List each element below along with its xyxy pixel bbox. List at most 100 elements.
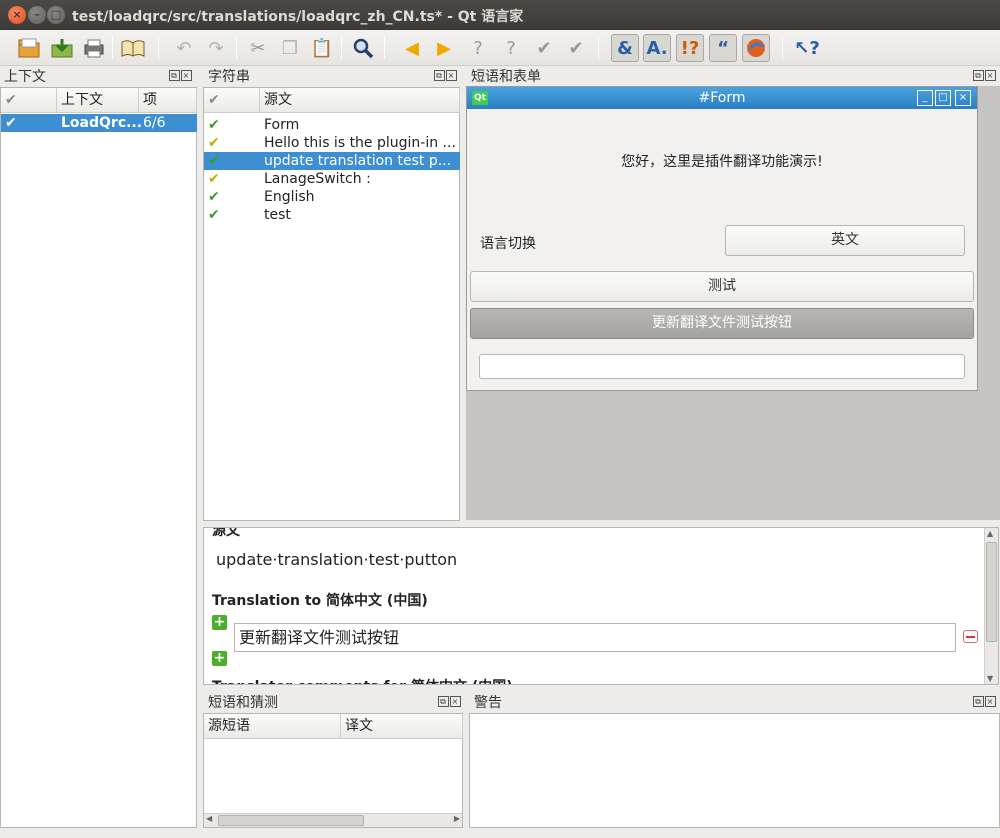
string-row-text: test [264,207,291,223]
close-icon[interactable]: × [985,696,996,707]
source-phrase-header[interactable]: 源短语 [204,714,341,739]
translation-column-header[interactable]: 译文 [341,714,463,739]
validation-icon[interactable] [742,34,770,62]
maximize-icon[interactable]: □ [935,90,951,106]
greeting-label: 您好，这里是插件翻译功能演示! [621,154,823,170]
cut-icon[interactable]: ✂ [244,34,272,62]
open-icon[interactable] [15,34,43,62]
context-row-count: 6/6 [143,115,166,131]
float-icon[interactable]: ⧉ [973,696,984,707]
string-row-text: Form [264,117,300,133]
warnings-dock-title: 警告 [474,695,502,711]
string-row[interactable]: ✔ Hello this is the plugin-in ... [204,134,460,152]
scroll-left-icon[interactable]: ◀ [206,814,212,823]
close-icon[interactable]: × [446,70,457,81]
english-button[interactable]: 英文 [725,225,965,256]
check-icon: ✔ [208,153,220,169]
scroll-thumb[interactable] [986,542,997,642]
copy-icon[interactable]: ❐ [276,34,304,62]
string-row-text: Hello this is the plugin-in ... [264,135,456,151]
source-text: update·translation·test·putton [216,550,458,569]
minimize-window-button[interactable]: – [28,6,46,24]
float-icon[interactable]: ⧉ [973,70,984,81]
prev-unfinished-icon[interactable]: ? [464,34,492,62]
phrasebook-icon[interactable] [119,34,147,62]
next-icon[interactable]: ▶ [430,34,458,62]
string-row-text: English [264,189,315,205]
print-icon[interactable] [80,34,108,62]
guess-panel: 源短语 译文 ◀ ▶ [203,713,463,828]
strings-source-header[interactable]: 源文 [260,88,460,113]
qt-logo-icon: Qt [472,91,488,105]
form-title: #Form [698,90,746,106]
accelerators-icon[interactable]: & [611,34,639,62]
find-icon[interactable] [349,34,377,62]
context-items-header[interactable]: 项 [139,88,197,113]
placeholders-icon[interactable]: “ [709,34,737,62]
string-row-text: update translation test p... [264,153,452,169]
form-title-bar: Qt #Form _ □ × [467,87,977,109]
close-icon[interactable]: × [181,70,192,81]
float-icon[interactable]: ⧉ [169,70,180,81]
context-status-header[interactable]: ✔ [1,88,57,113]
check-icon: ✔ [208,189,220,205]
phrases-dock-title: 短语和表单 [471,69,541,85]
warnings-panel [469,713,1000,828]
title-bar: × – □ test/loadqrc/src/translations/load… [0,0,1000,30]
minimize-icon[interactable]: _ [917,90,933,106]
context-dock-title: 上下文 [4,69,46,85]
float-icon[interactable]: ⧉ [434,70,445,81]
save-icon[interactable] [48,34,76,62]
warning-check-icon: ✔ [208,135,220,151]
string-row[interactable]: ✔ LanageSwitch : [204,170,460,188]
string-row[interactable]: ✔ Form [204,116,460,134]
guess-hscrollbar[interactable]: ◀ ▶ [204,813,462,827]
update-translation-button[interactable]: 更新翻译文件测试按钮 [470,308,974,339]
string-row[interactable]: ✔ English [204,188,460,206]
scroll-right-icon[interactable]: ▶ [454,814,460,823]
close-icon[interactable]: × [955,90,971,106]
guess-dock-buttons: ⧉ × [437,696,461,707]
context-panel: ✔ 上下文 项 ✔ LoadQrc... 6/6 [0,87,197,828]
context-row[interactable]: ✔ LoadQrc... 6/6 [1,114,197,132]
redo-icon[interactable]: ↷ [202,34,230,62]
translation-input[interactable]: 更新翻译文件测试按钮 [234,623,956,652]
context-row-name: LoadQrc... [61,115,143,131]
form-preview-window: Qt #Form _ □ × 您好，这里是插件翻译功能演示! 语言切换 英文 测… [466,86,978,391]
close-window-button[interactable]: × [8,6,26,24]
undo-icon[interactable]: ↶ [170,34,198,62]
paste-icon[interactable]: 📋 [308,34,336,62]
close-icon[interactable]: × [985,70,996,81]
strings-dock-title: 字符串 [208,69,250,85]
string-row-selected[interactable]: ✔ update translation test p... [204,152,460,170]
scroll-thumb[interactable] [218,815,364,826]
string-row[interactable]: ✔ test [204,206,460,224]
source-header: 源文 [212,527,240,539]
main-toolbar: ↶ ↷ ✂ ❐ 📋 ◀ ▶ ? ? ✔ ✔ & A. !? “ ↖? [0,30,1000,66]
string-row-text: LanageSwitch : [264,171,371,187]
float-icon[interactable]: ⧉ [438,696,449,707]
phrases-dock-buttons: ⧉ × [972,70,996,81]
editor-scrollbar[interactable]: ▲ ▼ [984,528,998,684]
accept-next-icon[interactable]: ✔ [562,34,590,62]
guess-dock-title: 短语和猜测 [208,695,278,711]
status-bar [0,828,1000,838]
next-unfinished-icon[interactable]: ? [497,34,525,62]
scroll-up-icon[interactable]: ▲ [987,529,993,538]
context-name-header[interactable]: 上下文 [57,88,139,113]
remove-form-icon[interactable] [963,630,978,643]
close-icon[interactable]: × [450,696,461,707]
test-button[interactable]: 测试 [470,271,974,302]
warning-check-icon: ✔ [208,171,220,187]
strings-status-header[interactable]: ✔ [204,88,260,113]
phrase-matches-icon[interactable]: !? [676,34,704,62]
accept-icon[interactable]: ✔ [530,34,558,62]
prev-icon[interactable]: ◀ [398,34,426,62]
add-form-icon[interactable]: + [212,651,227,666]
form-text-input[interactable] [479,354,965,379]
punctuation-icon[interactable]: A. [643,34,671,62]
maximize-window-button[interactable]: □ [47,6,65,24]
add-form-icon[interactable]: + [212,615,227,630]
whats-this-icon[interactable]: ↖? [793,34,821,62]
scroll-down-icon[interactable]: ▼ [987,674,993,683]
